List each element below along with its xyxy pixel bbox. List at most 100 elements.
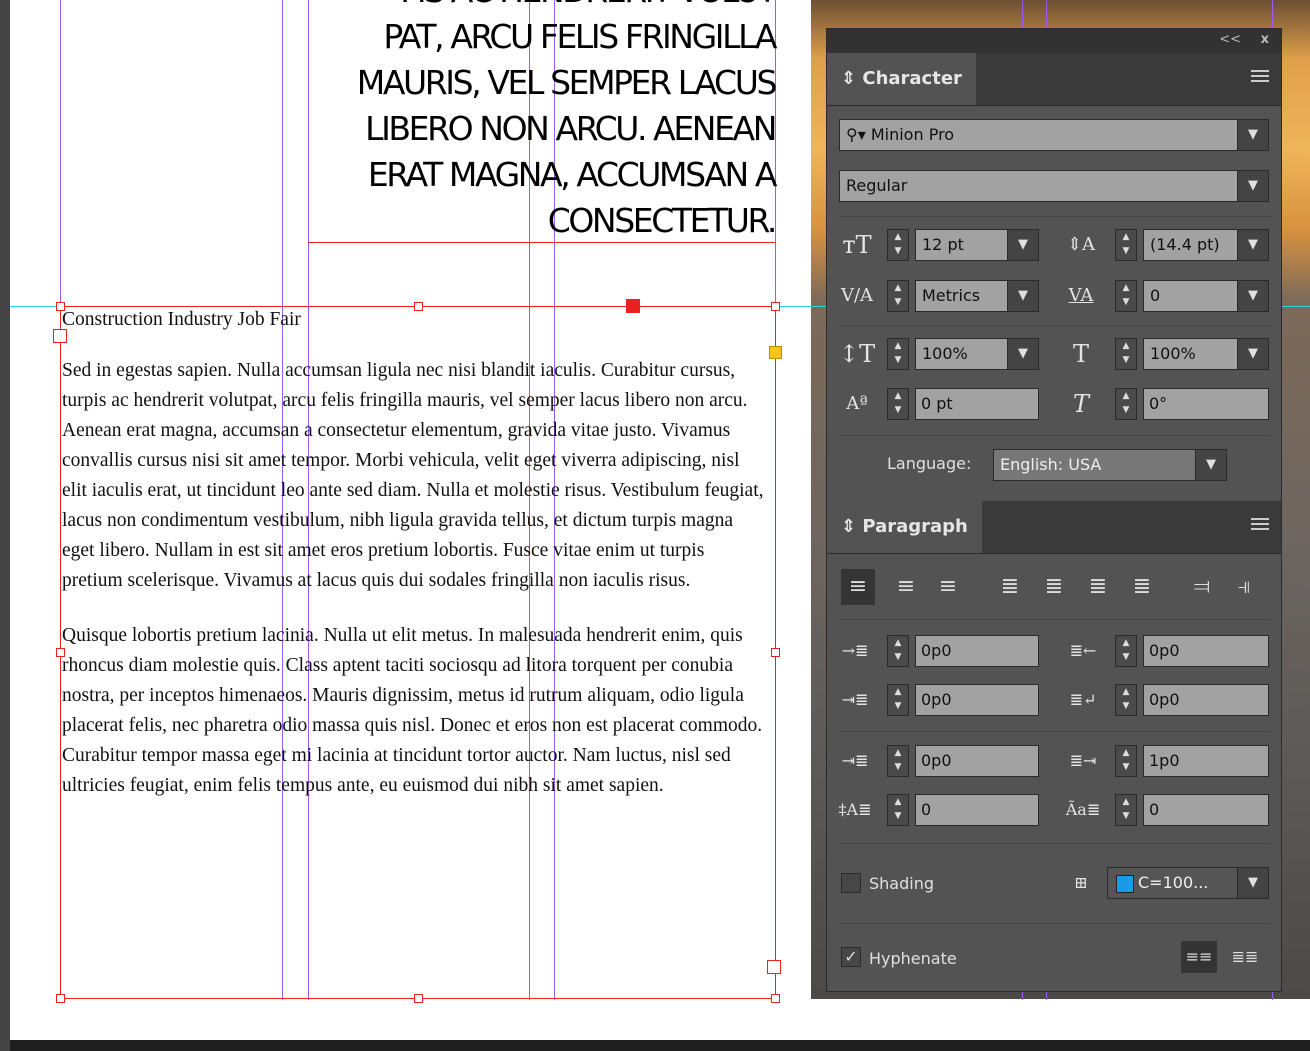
chevron-down-icon[interactable]: ▼	[1007, 230, 1038, 260]
hyphenate-checkbox[interactable]: ✓	[841, 947, 861, 967]
chevron-updown-icon: ⇕	[841, 516, 863, 537]
frame-handle[interactable]	[771, 302, 780, 311]
frame-handle[interactable]	[56, 994, 65, 1003]
chevron-down-icon[interactable]: ▼	[1237, 120, 1268, 150]
horizontal-scale-field[interactable]: 100% ▼	[1143, 338, 1269, 370]
balance-ragged-icon[interactable]: ≡≡	[1181, 941, 1217, 973]
composer-icon[interactable]: ≣≣	[1227, 941, 1263, 973]
frame-handle[interactable]	[414, 302, 423, 311]
collapse-icon[interactable]: <<	[1219, 32, 1241, 47]
right-indent-stepper[interactable]: ▲ ▼	[1115, 635, 1137, 667]
justify-center-icon[interactable]: ≣	[1037, 569, 1071, 605]
chevron-down-icon[interactable]: ▼	[1007, 281, 1038, 311]
shading-color-dropdown[interactable]: C=100... ▼	[1107, 867, 1269, 899]
drop-cap-lines-field[interactable]: 0	[915, 794, 1039, 826]
frame-handle[interactable]	[414, 994, 423, 1003]
hyphenate-label: Hyphenate	[869, 949, 957, 968]
frame-handle[interactable]	[771, 648, 780, 657]
drop-cap-chars-stepper[interactable]: ▲ ▼	[1115, 794, 1137, 826]
baseline-shift-stepper[interactable]: ▲ ▼	[887, 388, 909, 420]
space-before-field[interactable]: 0p0	[915, 745, 1039, 777]
space-after-stepper[interactable]: ▲ ▼	[1115, 745, 1137, 777]
grid-icon[interactable]: ⊞	[1063, 867, 1099, 899]
page-shadow	[10, 1040, 1310, 1051]
chevron-down-icon[interactable]: ▼	[1237, 339, 1268, 369]
close-icon[interactable]: x	[1261, 32, 1269, 47]
panel-menu-icon[interactable]	[1251, 518, 1269, 530]
panel-menu-icon[interactable]	[1251, 70, 1269, 82]
chevron-down-icon[interactable]: ▼	[1007, 339, 1038, 369]
body-text-frame[interactable]: Construction Industry Job Fair Sed in eg…	[62, 305, 768, 801]
space-after-field[interactable]: 1p0	[1143, 745, 1269, 777]
live-corner-widget[interactable]	[769, 346, 782, 359]
drop-cap-lines-stepper[interactable]: ▲ ▼	[887, 794, 909, 826]
divider	[837, 216, 1271, 217]
skew-field[interactable]: 0°	[1143, 388, 1269, 420]
vertical-scale-icon: ↕T	[839, 340, 876, 368]
chevron-down-icon[interactable]: ▼	[1237, 230, 1268, 260]
first-line-indent-field[interactable]: 0p0	[915, 684, 1039, 716]
last-line-indent-field[interactable]: 0p0	[1143, 684, 1269, 716]
skew-stepper[interactable]: ▲ ▼	[1115, 388, 1137, 420]
in-port[interactable]	[53, 329, 67, 343]
left-indent-stepper[interactable]: ▲ ▼	[887, 635, 909, 667]
divider	[837, 619, 1271, 620]
shading-checkbox[interactable]	[841, 873, 861, 893]
align-left-icon[interactable]: ≡	[841, 569, 875, 605]
leading-value: (14.4 pt)	[1150, 235, 1220, 254]
font-size-stepper[interactable]: ▲ ▼	[887, 229, 909, 261]
align-right-icon[interactable]: ≡	[931, 569, 965, 605]
justify-left-icon[interactable]: ≣	[993, 569, 1027, 605]
panel-title-bar[interactable]: << x	[827, 29, 1281, 53]
out-port[interactable]	[767, 960, 781, 974]
leading-field[interactable]: (14.4 pt) ▼	[1143, 229, 1269, 261]
chevron-down-icon[interactable]: ▼	[1237, 281, 1268, 311]
leading-stepper[interactable]: ▲ ▼	[1115, 229, 1137, 261]
space-before-value: 0p0	[921, 751, 952, 770]
first-line-indent-stepper[interactable]: ▲ ▼	[887, 684, 909, 716]
vertical-scale-field[interactable]: 100% ▼	[915, 338, 1039, 370]
language-label: Language:	[887, 454, 972, 473]
align-away-spine-icon[interactable]: ⫣	[1227, 569, 1261, 605]
drop-cap-chars-field[interactable]: 0	[1143, 794, 1269, 826]
divider	[837, 325, 1271, 326]
font-style-dropdown[interactable]: Regular ▼	[839, 170, 1269, 202]
tab-paragraph[interactable]: ⇕ Paragraph	[827, 501, 982, 553]
justify-all-icon[interactable]: ≣	[1125, 569, 1159, 605]
chevron-down-icon[interactable]: ▼	[1237, 171, 1268, 201]
paragraph-tab-bar: ⇕ Paragraph	[827, 501, 1281, 554]
horizontal-scale-stepper[interactable]: ▲ ▼	[1115, 338, 1137, 370]
kerning-stepper[interactable]: ▲ ▼	[887, 280, 909, 312]
align-center-icon[interactable]: ≡	[889, 569, 923, 605]
justify-right-icon[interactable]: ≣	[1081, 569, 1115, 605]
frame-handle[interactable]	[56, 302, 65, 311]
font-family-dropdown[interactable]: ⚲▾ Minion Pro ▼	[839, 119, 1269, 151]
baseline-shift-field[interactable]: 0 pt	[915, 388, 1039, 420]
body-paragraph: Sed in egestas sapien. Nulla accumsan li…	[62, 360, 764, 591]
last-line-indent-stepper[interactable]: ▲ ▼	[1115, 684, 1137, 716]
tracking-stepper[interactable]: ▲ ▼	[1115, 280, 1137, 312]
right-indent-field[interactable]: 0p0	[1143, 635, 1269, 667]
tracking-field[interactable]: 0 ▼	[1143, 280, 1269, 312]
character-paragraph-panel[interactable]: << x ⇕ Character ⚲▾ Minion Pro ▼ Regular…	[826, 28, 1282, 992]
shading-label: Shading	[869, 874, 934, 893]
vertical-scale-stepper[interactable]: ▲ ▼	[887, 338, 909, 370]
left-indent-field[interactable]: 0p0	[915, 635, 1039, 667]
font-size-field[interactable]: 12 pt ▼	[915, 229, 1039, 261]
right-indent-value: 0p0	[1149, 641, 1180, 660]
frame-handle[interactable]	[771, 994, 780, 1003]
align-toward-spine-icon[interactable]: ⫤	[1185, 569, 1219, 605]
kerning-value: Metrics	[922, 286, 981, 305]
frame-handle[interactable]	[56, 648, 65, 657]
horizontal-scale-icon: T	[1072, 340, 1089, 368]
heading-text-frame[interactable]: FIS AC HENDRERIT VOLUT PAT, ARCU FELIS F…	[310, 0, 780, 240]
language-dropdown[interactable]: English: USA ▼	[993, 449, 1227, 481]
frame-edge-handle[interactable]	[626, 299, 640, 313]
tab-character[interactable]: ⇕ Character	[827, 53, 976, 105]
space-before-stepper[interactable]: ▲ ▼	[887, 745, 909, 777]
chevron-down-icon[interactable]: ▼	[1195, 450, 1226, 480]
kerning-field[interactable]: Metrics ▼	[915, 280, 1039, 312]
last-line-indent-value: 0p0	[1149, 690, 1180, 709]
left-indent-value: 0p0	[921, 641, 952, 660]
chevron-down-icon[interactable]: ▼	[1237, 868, 1268, 898]
